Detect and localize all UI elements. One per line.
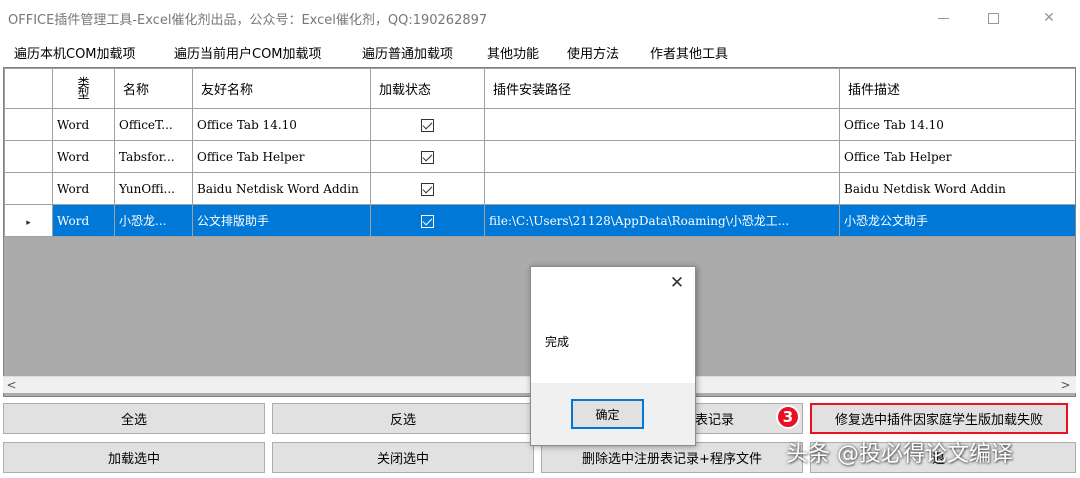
close-icon: ✕ — [1043, 10, 1055, 26]
cell-load-status[interactable] — [370, 172, 485, 205]
select-all-button[interactable]: 全选 — [3, 403, 265, 434]
window-title: OFFICE插件管理工具-Excel催化剂出品，公众号：Excel催化剂，QQ:… — [8, 13, 488, 28]
row-header[interactable] — [4, 140, 53, 173]
menu-item-normal-addins[interactable]: 遍历普通加载项 — [362, 43, 453, 62]
column-header-type[interactable]: 类型 — [52, 68, 115, 109]
current-row-arrow-icon: ▸ — [26, 217, 31, 228]
dialog-close-icon[interactable]: ✕ — [665, 271, 689, 295]
column-header-install-path[interactable]: 插件安装路径 — [484, 68, 840, 109]
cell-name[interactable]: YunOffi... — [114, 172, 193, 205]
load-selected-button[interactable]: 加载选中 — [3, 442, 265, 473]
grid-header-row: 类型 名称 友好名称 加载状态 插件安装路径 插件描述 — [4, 68, 1075, 109]
table-row[interactable]: Word OfficeT... Office Tab 14.10 Office … — [4, 108, 1075, 141]
dialog-message: 完成 — [545, 335, 570, 349]
watermark-text: 头条 @投必得论文编译 — [786, 442, 1013, 467]
ok-button[interactable]: 确定 — [571, 399, 644, 429]
cell-load-status[interactable] — [370, 108, 485, 141]
cell-name[interactable]: 小恐龙... — [114, 204, 193, 237]
cell-friendly-name[interactable]: 公文排版助手 — [192, 204, 371, 237]
row-header[interactable] — [4, 172, 53, 205]
maximize-icon — [987, 12, 999, 24]
cell-type[interactable]: Word — [52, 140, 115, 173]
column-header-description[interactable]: 插件描述 — [839, 68, 1075, 109]
cell-friendly-name[interactable]: Baidu Netdisk Word Addin — [192, 172, 371, 205]
cell-type[interactable]: Word — [52, 108, 115, 141]
menu-bar: 遍历本机COM加载项 遍历当前用户COM加载项 遍历普通加载项 其他功能 使用方… — [0, 38, 1080, 66]
cell-friendly-name[interactable]: Office Tab Helper — [192, 140, 371, 173]
column-header-friendly-name[interactable]: 友好名称 — [192, 68, 371, 109]
delete-registry-and-files-button[interactable]: 删除选中注册表记录+程序文件 — [541, 442, 803, 473]
checkbox-checked-icon[interactable] — [421, 150, 434, 164]
cell-description[interactable]: Office Tab 14.10 — [839, 108, 1075, 141]
row-header-current[interactable]: ▸ — [4, 204, 53, 237]
close-button[interactable]: ✕ — [1026, 0, 1072, 36]
row-header[interactable] — [4, 108, 53, 141]
minimize-button[interactable] — [920, 0, 966, 36]
table-row[interactable]: Word Tabsfor... Office Tab Helper Office… — [4, 140, 1075, 173]
message-dialog: ✕ 完成 确定 — [530, 266, 696, 446]
invert-selection-button[interactable]: 反选 — [272, 403, 534, 434]
title-bar: OFFICE插件管理工具-Excel催化剂出品，公众号：Excel催化剂，QQ:… — [0, 0, 1080, 36]
scroll-left-icon[interactable]: < — [3, 377, 20, 394]
close-selected-button[interactable]: 关闭选中 — [272, 442, 534, 473]
menu-item-other-functions[interactable]: 其他功能 — [487, 43, 539, 62]
cell-install-path[interactable]: file:\C:\Users\21128\AppData\Roaming\小恐龙… — [484, 204, 840, 237]
cell-install-path[interactable] — [484, 108, 840, 141]
row-header-corner — [4, 68, 53, 109]
column-header-load-status[interactable]: 加载状态 — [370, 68, 485, 109]
menu-item-com-user[interactable]: 遍历当前用户COM加载项 — [174, 43, 322, 62]
cell-load-status[interactable] — [370, 140, 485, 173]
minimize-icon — [937, 17, 949, 19]
scroll-right-icon[interactable]: > — [1057, 377, 1074, 394]
table-row-selected[interactable]: ▸ Word 小恐龙... 公文排版助手 file:\C:\Users\2112… — [4, 204, 1075, 237]
cell-friendly-name[interactable]: Office Tab 14.10 — [192, 108, 371, 141]
checkbox-checked-icon[interactable] — [421, 214, 434, 228]
table-row[interactable]: Word YunOffi... Baidu Netdisk Word Addin… — [4, 172, 1075, 205]
cell-name[interactable]: OfficeT... — [114, 108, 193, 141]
checkbox-checked-icon[interactable] — [421, 182, 434, 196]
cell-description[interactable]: Office Tab Helper — [839, 140, 1075, 173]
menu-item-author-tools[interactable]: 作者其他工具 — [650, 43, 728, 62]
checkbox-checked-icon[interactable] — [421, 118, 434, 132]
cell-description[interactable]: Baidu Netdisk Word Addin — [839, 172, 1075, 205]
menu-item-com-machine[interactable]: 遍历本机COM加载项 — [14, 43, 136, 62]
column-header-name[interactable]: 名称 — [114, 68, 193, 109]
dialog-footer: 确定 — [531, 383, 695, 445]
repair-home-student-edition-button[interactable]: 修复选中插件因家庭学生版加载失败 — [810, 403, 1068, 434]
cell-description[interactable]: 小恐龙公文助手 — [839, 204, 1075, 237]
cell-type[interactable]: Word — [52, 204, 115, 237]
cell-load-status[interactable] — [370, 204, 485, 237]
cell-type[interactable]: Word — [52, 172, 115, 205]
menu-item-usage[interactable]: 使用方法 — [567, 43, 619, 62]
cell-install-path[interactable] — [484, 172, 840, 205]
step-number-badge: 3 — [776, 405, 800, 429]
cell-install-path[interactable] — [484, 140, 840, 173]
cell-name[interactable]: Tabsfor... — [114, 140, 193, 173]
maximize-button[interactable] — [970, 0, 1016, 36]
